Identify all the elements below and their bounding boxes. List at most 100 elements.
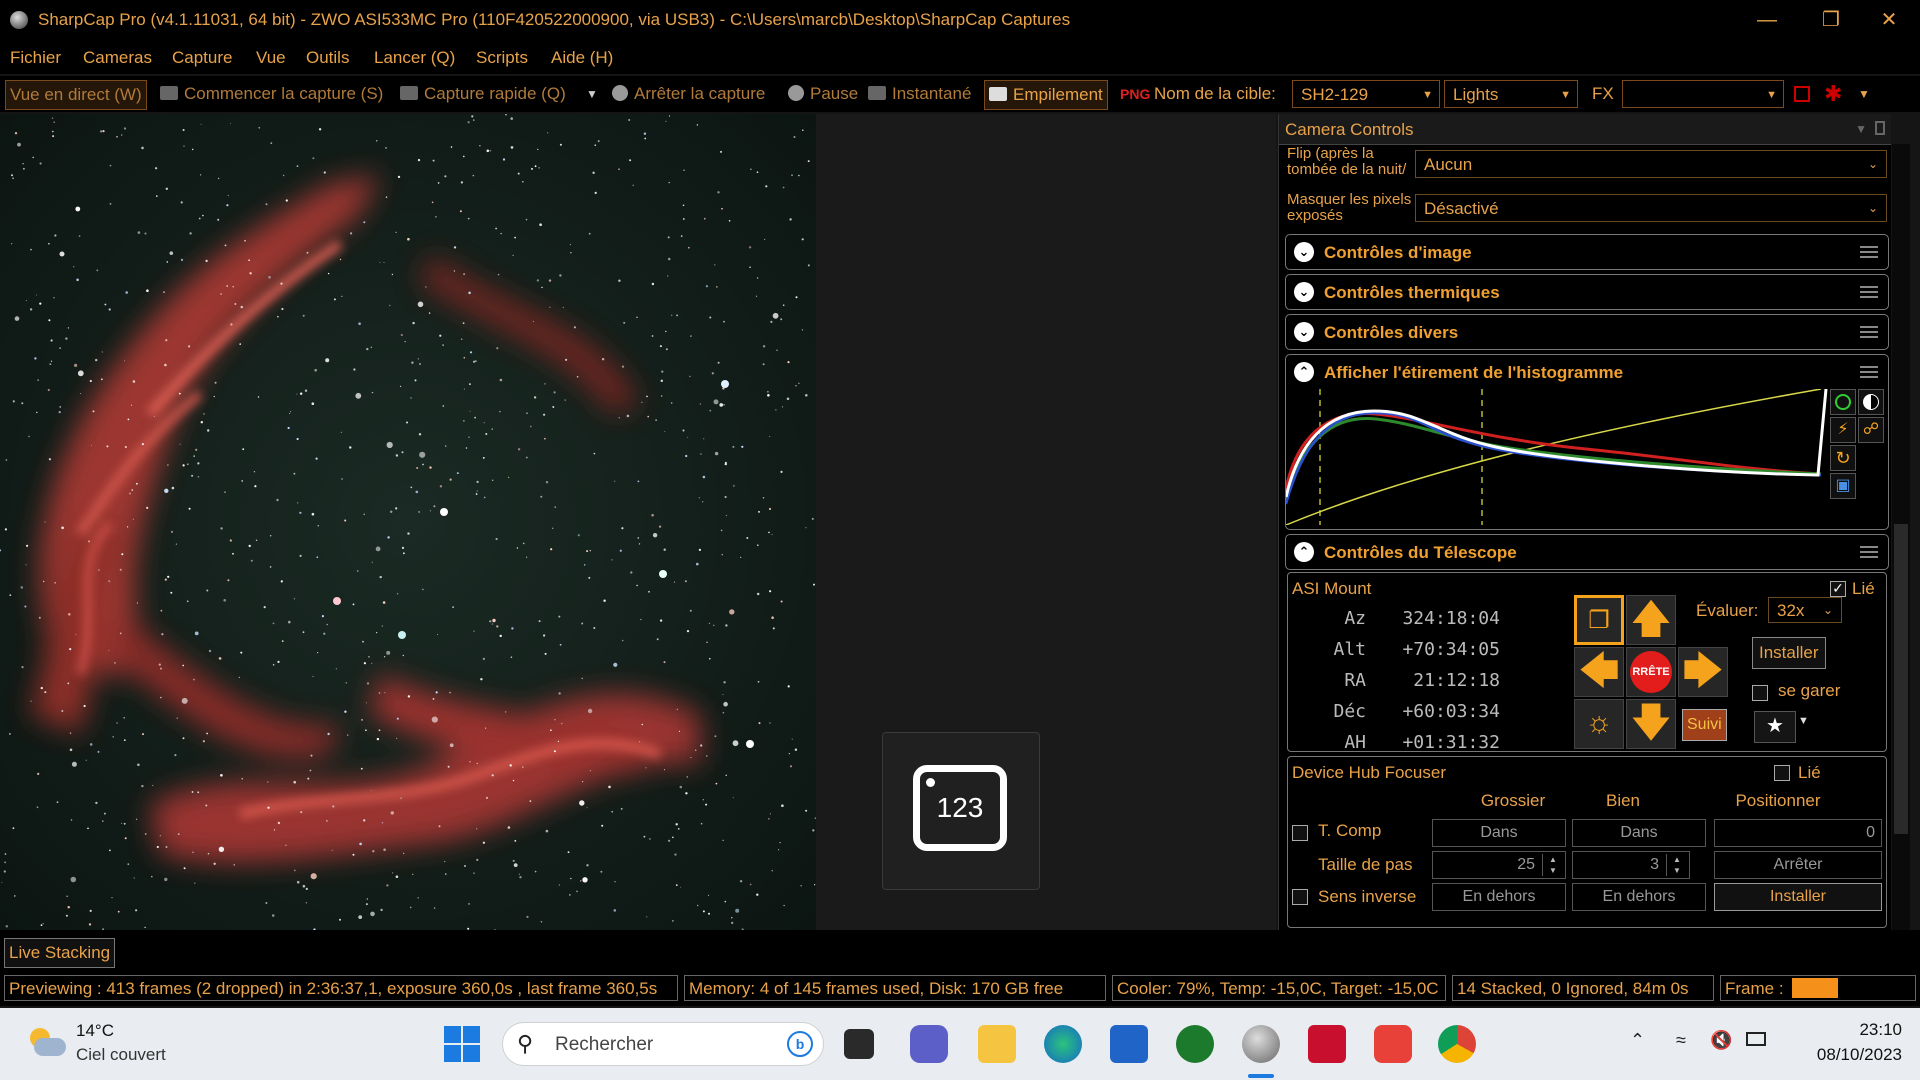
track-button[interactable]: Suivi	[1682, 709, 1727, 741]
panel-menu-icon[interactable]: ▼	[1855, 122, 1867, 136]
fine-in-button[interactable]: Dans	[1572, 819, 1706, 847]
save-icon[interactable]: ▣	[1830, 473, 1856, 499]
clock-time[interactable]: 23:10	[1810, 1020, 1902, 1040]
south-arrow-icon[interactable]: 🡇	[1626, 699, 1676, 749]
target-name-combo[interactable]: SH2-129 ▼	[1292, 80, 1440, 108]
lock-icon[interactable]: ☍	[1858, 417, 1884, 443]
fx-combo[interactable]: ▼	[1622, 80, 1784, 108]
section-telescope[interactable]: ⌃ Contrôles du Télescope	[1285, 534, 1889, 570]
weather-temp[interactable]: 14°C	[76, 1021, 114, 1041]
task-view-icon[interactable]	[844, 1029, 874, 1059]
section-image-controls[interactable]: ⌄ Contrôles d'image	[1285, 234, 1889, 270]
flip-dropdown[interactable]: Aucun ⌄	[1415, 150, 1887, 178]
coarse-step-spinner[interactable]: 25 ▲ ▼	[1432, 851, 1566, 879]
pause-button[interactable]: Pause	[788, 80, 858, 108]
collapse-icon[interactable]: ⌃	[1294, 362, 1314, 382]
fine-out-button[interactable]: En dehors	[1572, 883, 1706, 911]
frame-counter-widget[interactable]: 123	[882, 732, 1040, 890]
mount-install-button[interactable]: Installer	[1752, 637, 1826, 669]
close-icon[interactable]: ✕	[1866, 6, 1912, 34]
reset-icon[interactable]: ↻	[1830, 445, 1856, 471]
weather-icon[interactable]	[26, 1028, 66, 1058]
chevron-down-icon[interactable]: ▼	[1798, 715, 1809, 727]
section-thermal-controls[interactable]: ⌄ Contrôles thermiques	[1285, 274, 1889, 310]
wifi-icon[interactable]: ≈	[1676, 1030, 1686, 1051]
menu-cameras[interactable]: Cameras	[83, 48, 152, 68]
teams-icon[interactable]	[910, 1025, 948, 1063]
mask-dropdown[interactable]: Désactivé ⌄	[1415, 194, 1887, 222]
toolbar-overflow-icon[interactable]: ▼	[1858, 80, 1870, 108]
scrollbar-thumb[interactable]	[1894, 524, 1908, 834]
spinner-arrows-icon[interactable]: ▲ ▼	[1542, 854, 1563, 876]
star-icon[interactable]: ★	[1754, 711, 1796, 743]
histogram-chart[interactable]	[1286, 389, 1830, 525]
reverse-checkbox[interactable]	[1292, 889, 1308, 905]
coarse-out-button[interactable]: En dehors	[1432, 883, 1566, 911]
live-stacking-tab[interactable]: Live Stacking	[4, 938, 116, 968]
contrast-icon[interactable]	[1858, 389, 1884, 415]
volume-muted-icon[interactable]: 🔇	[1710, 1030, 1732, 1051]
stacking-button[interactable]: Empilement	[984, 80, 1108, 110]
battery-icon[interactable]	[1746, 1032, 1766, 1046]
tray-chevron-up-icon[interactable]: ⌃	[1630, 1030, 1645, 1051]
position-input[interactable]: 0	[1714, 819, 1882, 847]
focuser-linked-checkbox[interactable]	[1774, 765, 1790, 781]
start-capture-button[interactable]: Commencer la capture (S)	[160, 80, 383, 108]
anydesk-icon[interactable]	[1374, 1025, 1412, 1063]
rate-dropdown[interactable]: 32x ⌄	[1768, 597, 1842, 623]
app-red-icon[interactable]	[1308, 1025, 1346, 1063]
restore-icon[interactable]: ❐	[1808, 6, 1854, 34]
menu-scripts[interactable]: Scripts	[476, 48, 528, 68]
focuser-stop-button[interactable]: Arrêter	[1714, 851, 1882, 879]
west-arrow-icon[interactable]: 🡄	[1574, 647, 1624, 697]
quick-capture-dropdown-icon[interactable]: ▼	[586, 80, 598, 108]
park-checkbox[interactable]	[1752, 685, 1768, 701]
weather-desc[interactable]: Ciel couvert	[76, 1045, 166, 1065]
menu-vue[interactable]: Vue	[256, 48, 286, 68]
quick-capture-button[interactable]: Capture rapide (Q)	[400, 80, 566, 108]
pin-icon[interactable]	[1875, 121, 1885, 135]
menu-aide[interactable]: Aide (H)	[551, 48, 613, 68]
phd2-icon[interactable]	[1176, 1025, 1214, 1063]
east-arrow-icon[interactable]: 🡆	[1678, 647, 1728, 697]
crosshair-icon[interactable]: ✱	[1824, 80, 1842, 108]
windows-start-icon[interactable]	[444, 1026, 480, 1062]
lightning-icon[interactable]: ⚡	[1830, 417, 1856, 443]
clock-date[interactable]: 08/10/2023	[1790, 1045, 1902, 1065]
spinner-arrows-icon[interactable]: ▲ ▼	[1666, 854, 1687, 876]
chrome-icon[interactable]	[1438, 1025, 1476, 1063]
record-icon[interactable]	[1794, 86, 1810, 102]
live-view-button[interactable]: Vue en direct (W)	[5, 80, 147, 110]
live-image-view[interactable]	[0, 114, 816, 930]
menu-lancer[interactable]: Lancer (Q)	[374, 48, 455, 68]
menu-outils[interactable]: Outils	[306, 48, 349, 68]
hamburger-icon[interactable]	[1860, 246, 1878, 258]
snapshot-button[interactable]: Instantané	[868, 80, 971, 108]
tcomp-checkbox[interactable]	[1292, 825, 1308, 841]
menu-capture[interactable]: Capture	[172, 48, 232, 68]
home-target-icon[interactable]: ☼	[1574, 699, 1624, 749]
menu-fichier[interactable]: Fichier	[10, 48, 61, 68]
file-explorer-icon[interactable]	[978, 1025, 1016, 1063]
minimize-icon[interactable]: —	[1744, 6, 1790, 34]
hamburger-icon[interactable]	[1860, 326, 1878, 338]
edge-icon[interactable]	[1044, 1025, 1082, 1063]
frame-type-combo[interactable]: Lights ▼	[1444, 80, 1578, 108]
power-icon[interactable]	[1830, 389, 1856, 415]
sharpcap-taskbar-icon[interactable]	[1242, 1025, 1280, 1063]
goto-icon[interactable]: ❐	[1574, 595, 1624, 645]
panel-scrollbar[interactable]	[1892, 144, 1910, 930]
fine-step-spinner[interactable]: 3 ▲ ▼	[1572, 851, 1690, 879]
stop-capture-button[interactable]: Arrêter la capture	[612, 80, 765, 108]
mount-linked-checkbox[interactable]: ✓	[1830, 581, 1846, 597]
store-icon[interactable]	[1110, 1025, 1148, 1063]
hamburger-icon[interactable]	[1860, 286, 1878, 298]
stop-mount-button[interactable]: RRÊTE	[1626, 647, 1676, 697]
coarse-in-button[interactable]: Dans	[1432, 819, 1566, 847]
png-icon[interactable]: PNG	[1120, 80, 1150, 108]
taskbar-search[interactable]: ⚲ Rechercher b	[502, 1022, 824, 1066]
focuser-install-button[interactable]: Installer	[1714, 883, 1882, 911]
hamburger-icon[interactable]	[1860, 546, 1878, 558]
north-arrow-icon[interactable]: 🡅	[1626, 595, 1676, 645]
bing-icon[interactable]: b	[787, 1031, 813, 1057]
